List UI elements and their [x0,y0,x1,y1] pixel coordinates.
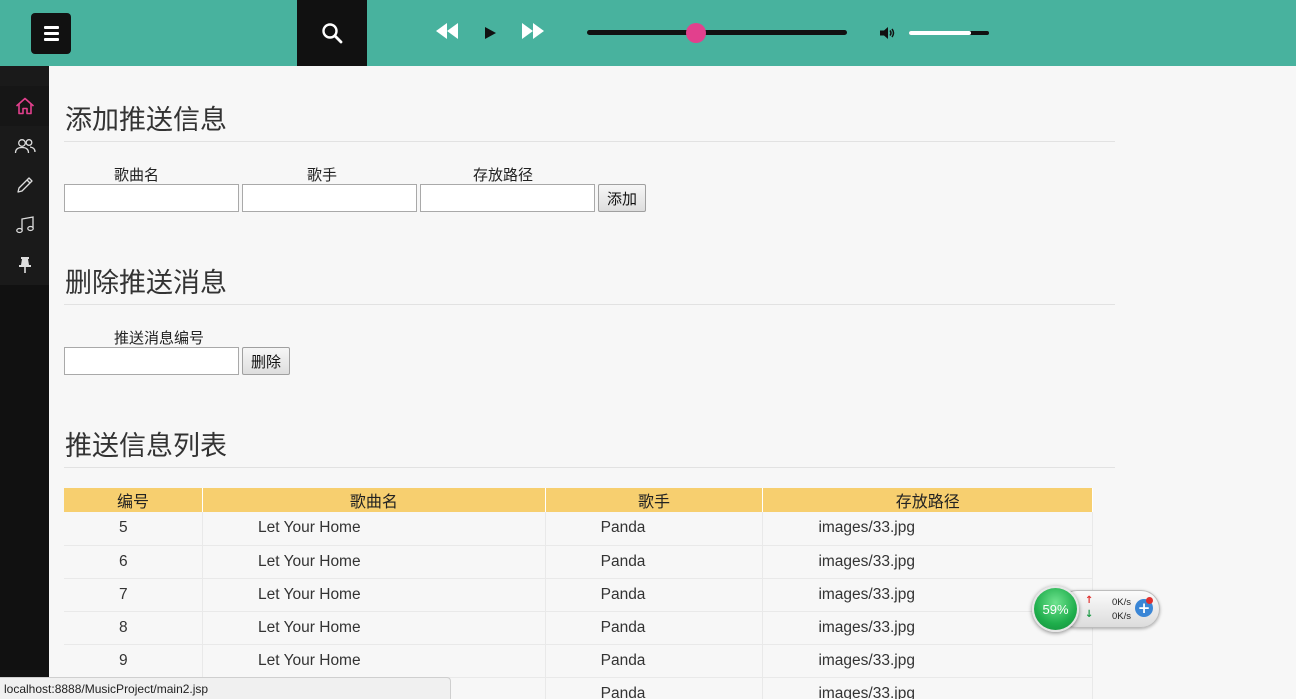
cell-singer: Panda [545,677,764,699]
fast-forward-button[interactable] [520,21,546,41]
push-id-label: 推送消息编号 [114,330,205,347]
rewind-icon [436,23,458,39]
memory-usage-ball[interactable]: 59% [1032,586,1079,632]
home-icon [15,97,34,115]
volume-button[interactable] [878,24,898,42]
path-input[interactable] [420,184,595,212]
cell-id: 5 [64,512,204,546]
search-button[interactable] [297,0,367,66]
column-header-path: 存放路径 [762,488,1093,512]
volume-level [909,31,972,35]
cell-singer: Panda [545,545,764,579]
add-button[interactable]: 添加 [598,184,646,212]
download-rate: 0K/s [1112,611,1132,622]
sidebar-nav [0,66,49,285]
cell-singer: Panda [545,578,764,612]
cell-path: images/33.jpg [762,512,1093,546]
sidebar-item-edit[interactable] [0,165,49,205]
cell-id: 7 [64,578,204,612]
song-name-input[interactable] [64,184,239,212]
sidebar-item-home[interactable] [0,86,49,126]
table-row: 5 Let Your Home Panda images/33.jpg [64,512,1093,546]
sidebar-item-music[interactable] [0,205,49,245]
cell-id: 8 [64,611,204,645]
divider [64,467,1115,468]
table-row: 8 Let Your Home Panda images/33.jpg [64,611,1093,645]
singer-input[interactable] [242,184,417,212]
sidebar-item-pin[interactable] [0,245,49,285]
column-header-id: 编号 [64,488,204,512]
cell-id: 6 [64,545,204,579]
cell-song: Let Your Home [202,578,546,612]
progress-thumb[interactable] [686,23,707,43]
pencil-icon [16,177,33,193]
table-header-row: 编号 歌曲名 歌手 存放路径 [64,488,1093,512]
song-name-label: 歌曲名 [114,167,160,184]
volume-slider[interactable] [909,31,989,35]
table-row: 6 Let Your Home Panda images/33.jpg [64,545,1093,579]
divider [64,141,1115,142]
cell-singer: Panda [545,512,764,546]
rewind-button[interactable] [434,21,460,41]
play-button[interactable] [480,23,500,43]
cell-song: Let Your Home [202,512,546,546]
upload-arrow-icon: ↑ [1085,595,1094,606]
table-row: 9 Let Your Home Panda images/33.jpg [64,644,1093,678]
sidebar [0,66,49,699]
cell-song: Let Your Home [202,644,546,678]
path-label: 存放路径 [473,167,534,184]
upload-rate: 0K/s [1112,597,1132,608]
progress-slider[interactable] [587,23,847,43]
add-section-title: 添加推送信息 [65,105,227,136]
delete-button[interactable]: 删除 [242,347,290,375]
play-icon [485,27,496,39]
column-header-song: 歌曲名 [202,488,546,512]
push-id-input[interactable] [64,347,239,375]
top-bar [0,0,1296,66]
cell-song: Let Your Home [202,545,546,579]
download-arrow-icon: ↓ [1085,609,1094,620]
search-icon [322,23,343,44]
network-speed-widget[interactable]: ↑ ↓ 0K/s 0K/s + 59% [1032,586,1160,632]
cell-path: images/33.jpg [762,677,1093,699]
cell-song: Let Your Home [202,611,546,645]
delete-section-title: 删除推送消息 [65,268,227,299]
table-row: 7 Let Your Home Panda images/33.jpg [64,578,1093,612]
fast-forward-icon [522,23,544,39]
speaker-icon [880,27,895,39]
cell-singer: Panda [545,644,764,678]
divider [64,304,1115,305]
sidebar-item-users[interactable] [0,126,49,166]
singer-label: 歌手 [307,167,338,184]
cell-id: 9 [64,644,204,678]
push-info-table: 编号 歌曲名 歌手 存放路径 5 Let Your Home Panda ima… [64,488,1093,699]
menu-button[interactable] [31,13,71,54]
status-bar-url: localhost:8888/MusicProject/main2.jsp [0,677,451,699]
pin-icon [18,257,31,273]
column-header-singer: 歌手 [545,488,764,512]
cell-path: images/33.jpg [762,545,1093,579]
hamburger-icon [43,26,59,29]
list-section-title: 推送信息列表 [65,431,227,462]
users-icon [14,139,36,154]
music-note-icon [15,216,34,234]
cell-singer: Panda [545,611,764,645]
notification-dot [1146,597,1153,604]
cell-path: images/33.jpg [762,644,1093,678]
